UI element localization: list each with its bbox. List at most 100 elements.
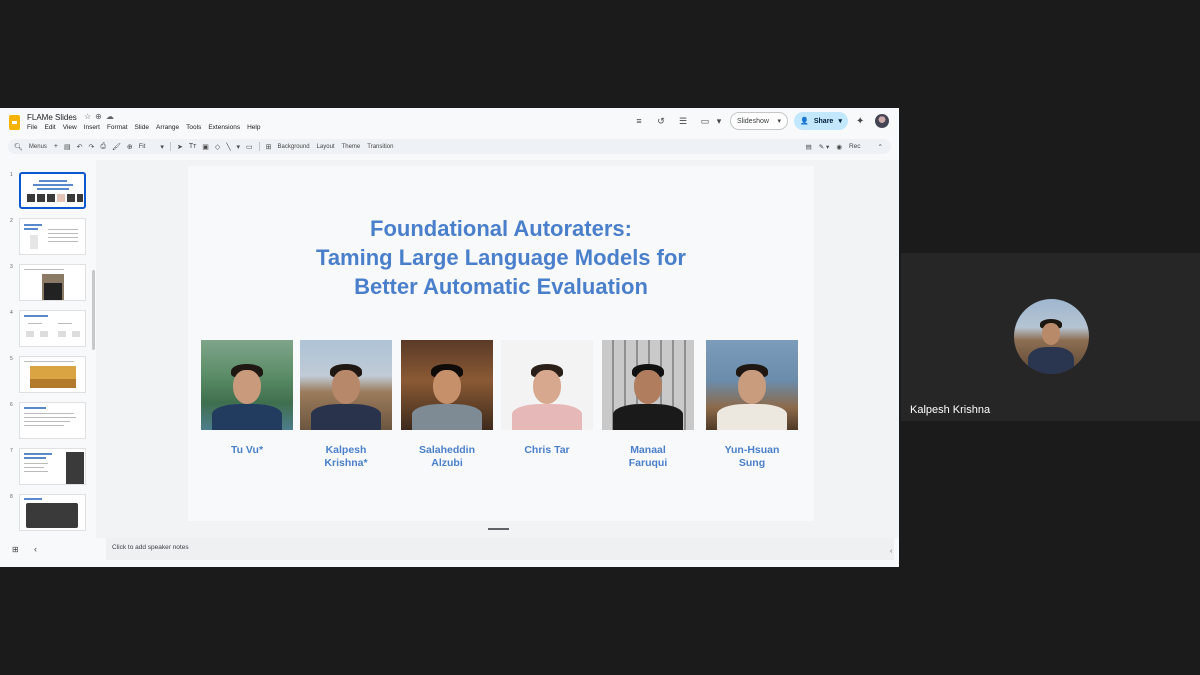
background-button[interactable]: Background [278,144,310,150]
background-icon[interactable]: ⊞ [266,143,272,151]
cloud-icon[interactable]: ☁ [106,112,118,121]
meet-icon[interactable]: ▭ [698,114,712,128]
slide-thumbnail[interactable] [19,494,86,531]
menu-format[interactable]: Format [107,124,128,131]
slide-thumbnail[interactable] [19,402,86,439]
theme-button[interactable]: Theme [342,144,361,150]
line-icon[interactable]: ╲ [226,143,230,151]
transition-button[interactable]: Transition [367,144,393,150]
meet-dropdown-icon[interactable]: ▾ [712,114,726,128]
redo-icon[interactable]: ↷ [89,143,95,151]
text-box-icon[interactable]: Tт [189,143,196,150]
author-name: Manaal Faruqui [628,444,668,469]
shape-icon[interactable]: ◇ [215,143,220,151]
record-icon[interactable]: ◉ [836,143,842,151]
pen-icon[interactable]: ✎ ▾ [819,143,830,151]
image-icon[interactable]: ▣ [202,143,209,151]
grid-view-icon[interactable]: ⊞ [12,545,19,554]
menu-slide[interactable]: Slide [135,124,149,131]
chevron-down-icon[interactable]: ▾ [160,143,164,151]
menu-file[interactable]: File [27,124,37,131]
filmstrip-item[interactable]: 7 [0,446,96,486]
collapse-toolbar-icon[interactable]: ⌃ [878,143,883,151]
slide-thumbnail[interactable] [19,264,86,301]
document-title[interactable]: FLAMe Slides [27,113,77,122]
save-icon[interactable]: ▤ [806,143,812,151]
paint-format-icon[interactable]: 🖌︎ [112,143,121,151]
author-photo [201,340,293,430]
slide-thumbnail[interactable] [19,172,86,209]
participant-tile[interactable]: Kalpesh Krishna [901,253,1200,421]
account-avatar[interactable] [875,114,889,128]
menus-search[interactable]: Menus [29,144,47,150]
filmstrip-item[interactable]: 1 [0,170,96,210]
filmstrip-scrollbar[interactable] [92,270,95,350]
history-icon[interactable]: ↺ [654,114,668,128]
filmstrip-item[interactable]: 2 [0,216,96,256]
filmstrip-item[interactable]: 5 [0,354,96,394]
menu-edit[interactable]: Edit [44,124,55,131]
slideshow-button[interactable]: Slideshow ▾ [730,112,788,130]
title-icons: ☆⊕☁ [84,112,118,121]
slide-thumbnail[interactable] [19,218,86,255]
rec-button[interactable]: Rec [849,143,861,150]
slide-title[interactable]: Foundational Autoraters: Taming Large La… [188,214,814,301]
chevron-down-icon[interactable]: ▾ [777,117,781,125]
slide-number: 4 [10,310,13,316]
notes-icon[interactable]: ☰ [676,114,690,128]
slides-logo-icon[interactable] [9,115,20,130]
author-card: Manaal Faruqui [602,340,694,470]
speaker-notes[interactable]: Click to add speaker notes [106,538,894,560]
slide-title-line: Foundational Autoraters: [370,216,632,241]
undo-icon[interactable]: ↶ [77,143,83,151]
menu-arrange[interactable]: Arrange [156,124,179,131]
author-photo [300,340,392,430]
slide-thumbnail[interactable] [19,448,86,485]
slide-thumbnail[interactable] [19,356,86,393]
filmstrip-item[interactable]: 3 [0,262,96,302]
chevron-down-icon[interactable]: ▾ [237,143,241,151]
print-icon[interactable]: ⎙ [100,143,106,151]
speaker-notes-placeholder[interactable]: Click to add speaker notes [112,544,189,551]
zoom-icon[interactable]: ⊕ [127,143,133,151]
author-photo [501,340,593,430]
select-cursor-icon[interactable]: ➤ [177,143,183,151]
share-label: Share [813,117,834,125]
current-slide[interactable]: Foundational Autoraters: Taming Large La… [188,166,814,521]
gemini-sparkle-icon[interactable]: ✦ [856,112,864,130]
menu-view[interactable]: View [63,124,77,131]
toolbar-right: ▤ ✎ ▾ ◉ Rec ⌃ [806,139,883,154]
author-name: Yun-Hsuan Sung [724,444,780,469]
filmstrip-item[interactable]: 6 [0,400,96,440]
comment-add-icon[interactable]: ▭ [246,143,253,151]
menu-extensions[interactable]: Extensions [208,124,240,131]
layout-icon[interactable]: ▤ [64,143,71,151]
new-slide-icon[interactable]: + [54,143,58,150]
collapse-filmstrip-icon[interactable]: ‹ [34,544,37,554]
side-panel-toggle-icon[interactable]: ‹ [890,548,892,555]
filmstrip-item[interactable]: 4 [0,308,96,348]
comments-icon[interactable]: ≡ [632,114,646,128]
share-button[interactable]: 👤 Share ▾ [794,112,848,130]
search-icon[interactable]: 🔍︎ [14,143,23,151]
zoom-select[interactable]: Fit [139,144,146,150]
author-photo [706,340,798,430]
slide-thumbnail[interactable] [19,310,86,347]
slide-number: 8 [10,494,13,500]
participant-avatar [1014,299,1089,374]
menu-insert[interactable]: Insert [84,124,100,131]
chevron-down-icon[interactable]: ▾ [838,117,842,125]
layout-button[interactable]: Layout [317,144,335,150]
menu-help[interactable]: Help [247,124,260,131]
menu-tools[interactable]: Tools [186,124,201,131]
header-icons: ≡ ↺ ☰ ▭ ▾ [632,112,726,130]
author-name: Kalpesh Krishna* [324,444,368,469]
filmstrip-item[interactable]: 8 [0,492,96,532]
author-card: Yun-Hsuan Sung [706,340,798,470]
move-icon[interactable]: ⊕ [95,112,106,121]
slide-number: 1 [10,172,13,178]
star-icon[interactable]: ☆ [84,112,95,121]
notes-resize-handle[interactable] [488,528,509,530]
participant-name: Kalpesh Krishna [910,404,991,416]
slide-canvas: Foundational Autoraters: Taming Large La… [96,160,899,538]
